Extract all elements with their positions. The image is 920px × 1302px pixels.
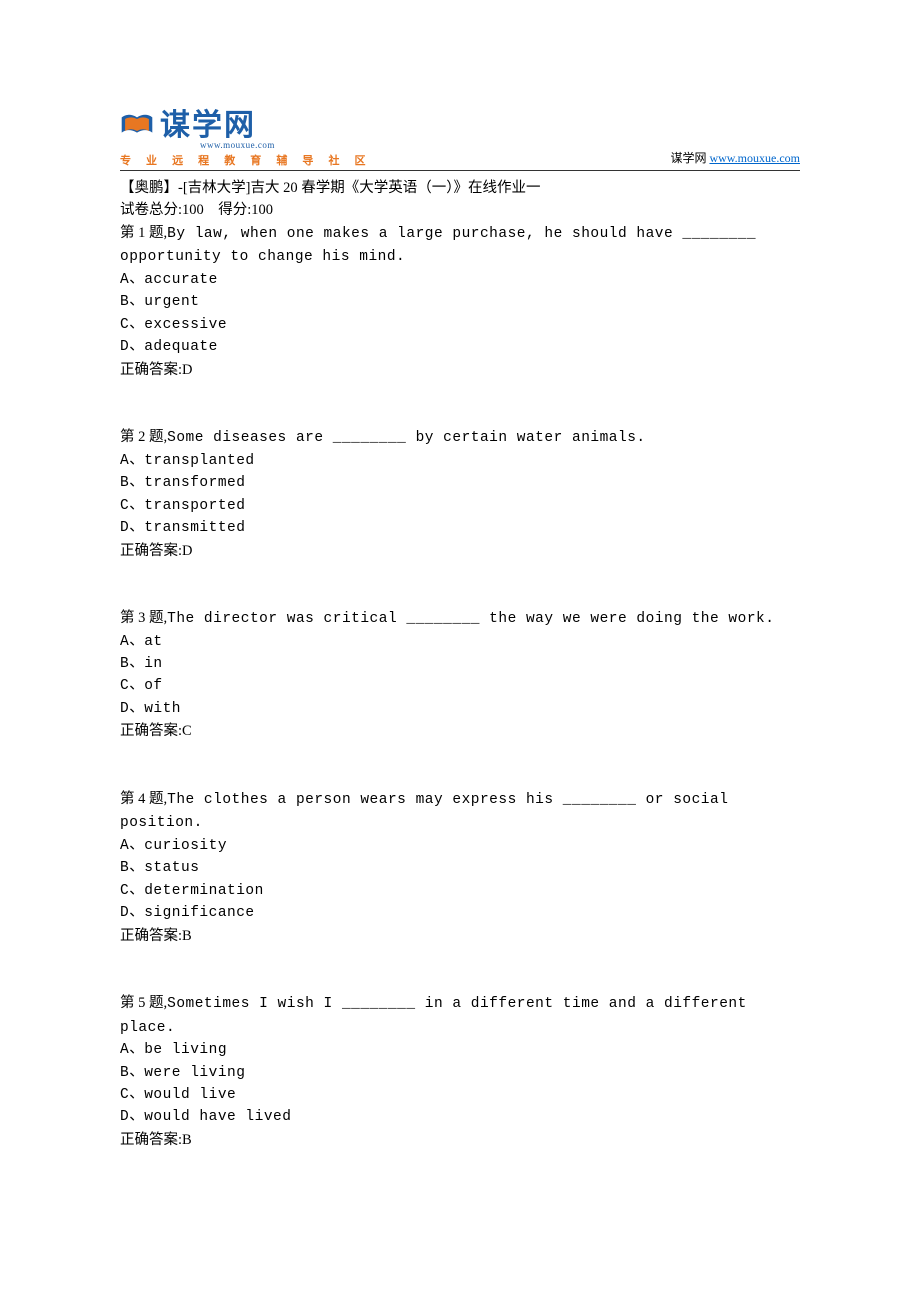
logo-text: 谋学网	[160, 100, 275, 144]
question-block: 第 1 题,By law, when one makes a large pur…	[120, 222, 800, 381]
option-c: C、of	[120, 675, 800, 697]
option-d: D、with	[120, 698, 800, 720]
option-d: D、significance	[120, 902, 800, 924]
option-b: B、transformed	[120, 472, 800, 494]
question-block: 第 2 题,Some diseases are ________ by cert…	[120, 426, 800, 562]
question-block: 第 4 题,The clothes a person wears may exp…	[120, 788, 800, 947]
answer: 正确答案:B	[120, 925, 800, 947]
header-right: 谋学网 www.mouxue.com	[670, 149, 800, 168]
option-a: A、accurate	[120, 269, 800, 291]
question-text: 第 4 题,The clothes a person wears may exp…	[120, 788, 800, 835]
answer: 正确答案:D	[120, 540, 800, 562]
option-b: B、were living	[120, 1062, 800, 1084]
option-a: A、be living	[120, 1039, 800, 1061]
question-block: 第 3 题,The director was critical ________…	[120, 607, 800, 743]
option-c: C、transported	[120, 495, 800, 517]
page-header: 谋学网 www.mouxue.com 专 业 远 程 教 育 辅 导 社 区 谋…	[120, 100, 800, 171]
option-b: B、status	[120, 857, 800, 879]
option-b: B、urgent	[120, 291, 800, 313]
logo-url: www.mouxue.com	[200, 140, 275, 150]
option-c: C、excessive	[120, 314, 800, 336]
question-text: 第 1 题,By law, when one makes a large pur…	[120, 222, 800, 269]
logo-block: 谋学网 www.mouxue.com 专 业 远 程 教 育 辅 导 社 区	[120, 100, 372, 168]
answer: 正确答案:D	[120, 359, 800, 381]
book-icon	[120, 112, 154, 138]
question-text: 第 2 题,Some diseases are ________ by cert…	[120, 426, 800, 449]
option-a: A、curiosity	[120, 835, 800, 857]
question-text: 第 3 题,The director was critical ________…	[120, 607, 800, 630]
header-right-link[interactable]: www.mouxue.com	[709, 151, 800, 165]
option-c: C、would live	[120, 1084, 800, 1106]
answer: 正确答案:C	[120, 720, 800, 742]
option-d: D、would have lived	[120, 1106, 800, 1128]
option-a: A、transplanted	[120, 450, 800, 472]
score-line: 试卷总分:100 得分:100	[120, 199, 800, 221]
option-a: A、at	[120, 631, 800, 653]
question-text: 第 5 题,Sometimes I wish I ________ in a d…	[120, 992, 800, 1039]
option-c: C、determination	[120, 880, 800, 902]
content: 【奥鹏】-[吉林大学]吉大 20 春学期《大学英语（一）》在线作业一 试卷总分:…	[120, 177, 800, 1151]
option-b: B、in	[120, 653, 800, 675]
header-right-text: 谋学网	[670, 151, 709, 165]
option-d: D、transmitted	[120, 517, 800, 539]
logo-tagline: 专 业 远 程 教 育 辅 导 社 区	[120, 152, 372, 168]
answer: 正确答案:B	[120, 1129, 800, 1151]
question-block: 第 5 题,Sometimes I wish I ________ in a d…	[120, 992, 800, 1151]
option-d: D、adequate	[120, 336, 800, 358]
exam-title: 【奥鹏】-[吉林大学]吉大 20 春学期《大学英语（一）》在线作业一	[120, 177, 800, 199]
